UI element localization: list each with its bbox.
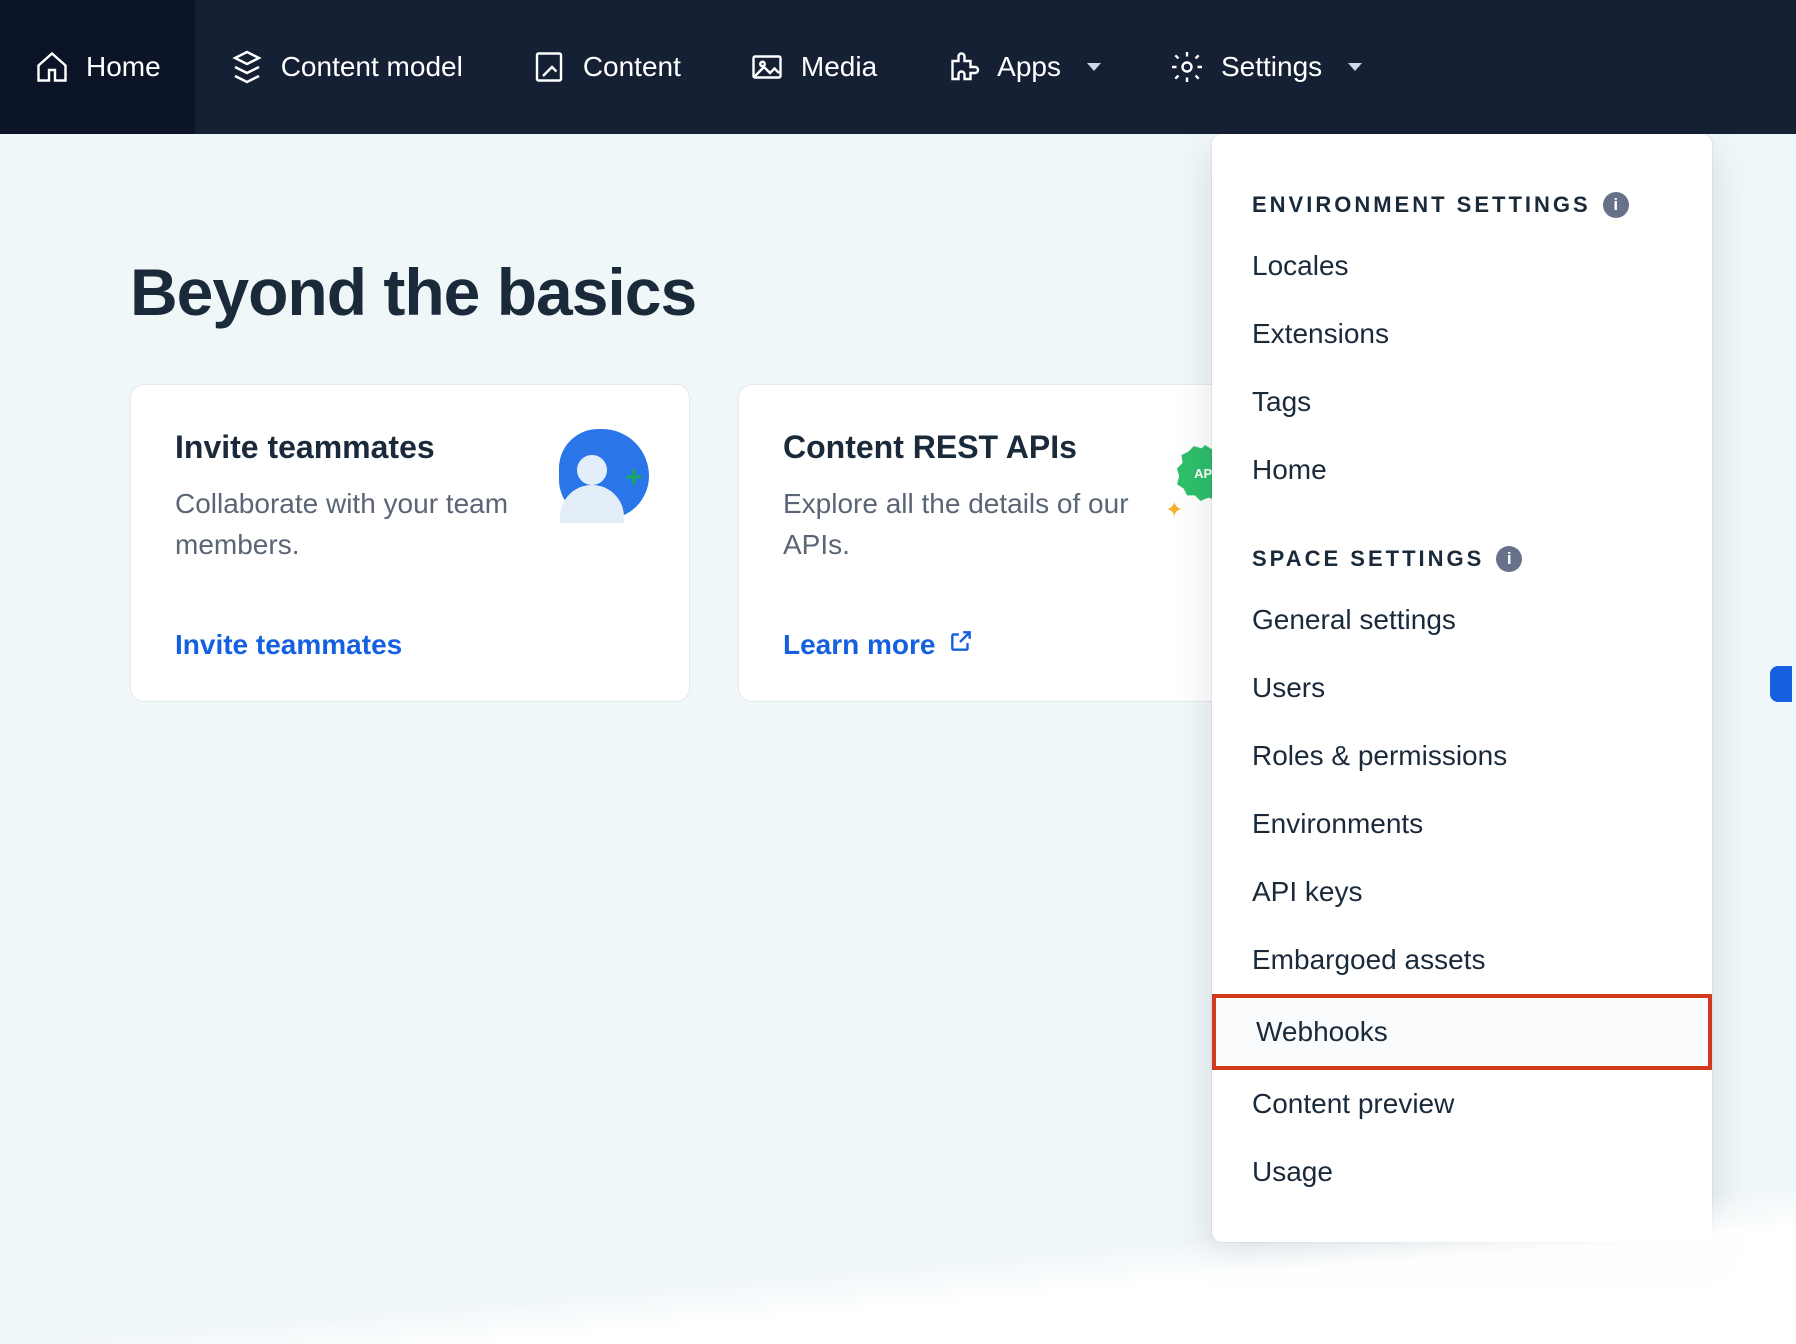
menu-item-general-settings[interactable]: General settings xyxy=(1212,586,1712,654)
card-title: Invite teammates xyxy=(175,429,525,466)
page-content: Beyond the basics Invite teammates Colla… xyxy=(0,134,1796,702)
section-title: ENVIRONMENT SETTINGS xyxy=(1252,192,1591,218)
section-title: SPACE SETTINGS xyxy=(1252,546,1484,572)
menu-item-embargoed-assets[interactable]: Embargoed assets xyxy=(1212,926,1712,994)
plus-icon: + xyxy=(625,461,647,483)
info-icon[interactable]: i xyxy=(1603,192,1629,218)
card-invite-teammates: Invite teammates Collaborate with your t… xyxy=(130,384,690,702)
invite-teammates-link[interactable]: Invite teammates xyxy=(175,629,645,661)
menu-item-tags[interactable]: Tags xyxy=(1212,368,1712,436)
nav-home[interactable]: Home xyxy=(0,0,195,134)
top-nav: Home Content model Content Media Apps Se… xyxy=(0,0,1796,134)
menu-item-environments[interactable]: Environments xyxy=(1212,790,1712,858)
link-label: Invite teammates xyxy=(175,629,402,661)
link-label: Learn more xyxy=(783,629,936,661)
nav-apps[interactable]: Apps xyxy=(911,0,1135,134)
info-icon[interactable]: i xyxy=(1496,546,1522,572)
home-icon xyxy=(34,49,70,85)
nav-label: Media xyxy=(801,51,877,83)
menu-item-home[interactable]: Home xyxy=(1212,436,1712,504)
pen-paper-icon xyxy=(531,49,567,85)
sparkle-icon: ✦ xyxy=(1165,497,1183,523)
card-description: Collaborate with your team members. xyxy=(175,484,525,565)
menu-item-usage[interactable]: Usage xyxy=(1212,1138,1712,1206)
menu-item-users[interactable]: Users xyxy=(1212,654,1712,722)
image-icon xyxy=(749,49,785,85)
puzzle-icon xyxy=(945,49,981,85)
boxes-icon xyxy=(229,49,265,85)
nav-settings[interactable]: Settings xyxy=(1135,0,1396,134)
card-title: Content REST APIs xyxy=(783,429,1133,466)
nav-label: Settings xyxy=(1221,51,1322,83)
settings-dropdown: ENVIRONMENT SETTINGS i Locales Extension… xyxy=(1212,134,1712,1242)
menu-item-roles-permissions[interactable]: Roles & permissions xyxy=(1212,722,1712,790)
nav-label: Home xyxy=(86,51,161,83)
nav-content-model[interactable]: Content model xyxy=(195,0,497,134)
nav-label: Apps xyxy=(997,51,1061,83)
card-description: Explore all the details of our APIs. xyxy=(783,484,1133,565)
menu-item-locales[interactable]: Locales xyxy=(1212,232,1712,300)
nav-content[interactable]: Content xyxy=(497,0,715,134)
gear-icon xyxy=(1169,49,1205,85)
chevron-down-icon xyxy=(1087,63,1101,71)
nav-label: Content model xyxy=(281,51,463,83)
menu-item-extensions[interactable]: Extensions xyxy=(1212,300,1712,368)
menu-item-webhooks[interactable]: Webhooks xyxy=(1212,994,1712,1070)
invite-illustration: + xyxy=(549,429,645,525)
panel-section-header: SPACE SETTINGS i xyxy=(1212,524,1712,586)
panel-section-header: ENVIRONMENT SETTINGS i xyxy=(1212,170,1712,232)
learn-more-link[interactable]: Learn more xyxy=(783,628,1253,661)
chevron-down-icon xyxy=(1348,63,1362,71)
menu-item-content-preview[interactable]: Content preview xyxy=(1212,1070,1712,1138)
nav-media[interactable]: Media xyxy=(715,0,911,134)
menu-item-api-keys[interactable]: API keys xyxy=(1212,858,1712,926)
external-link-icon xyxy=(948,628,974,661)
nav-label: Content xyxy=(583,51,681,83)
partial-card-icon xyxy=(1770,666,1792,702)
